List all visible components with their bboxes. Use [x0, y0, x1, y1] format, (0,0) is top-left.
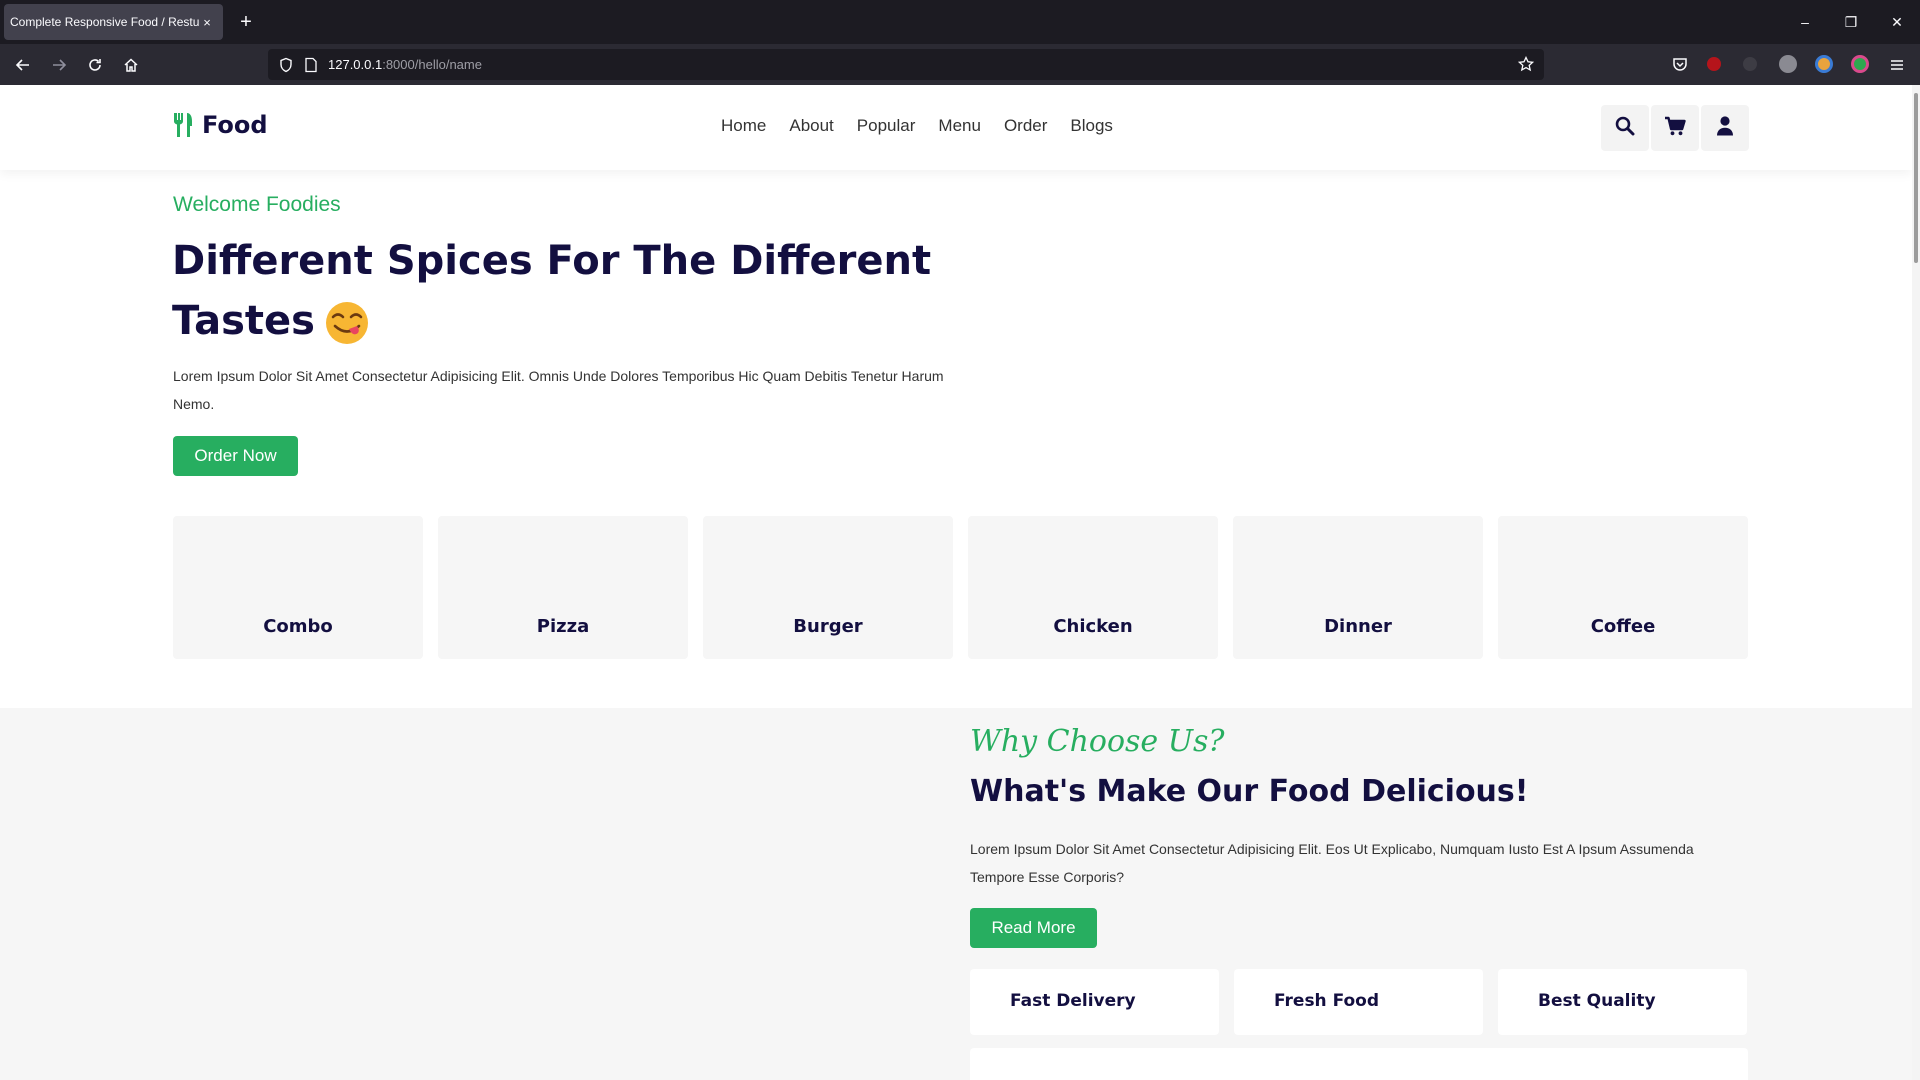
- utensils-icon: [172, 112, 194, 138]
- logo-text: Food: [202, 111, 268, 139]
- browser-tab-bar: Complete Responsive Food / Restur × + – …: [0, 0, 1920, 44]
- search-icon: [1615, 116, 1635, 141]
- url-path: :8000/hello/name: [382, 57, 482, 72]
- menu-icon[interactable]: [1882, 50, 1912, 80]
- user-button[interactable]: [1701, 105, 1749, 151]
- category-card-chicken[interactable]: Chicken: [968, 516, 1218, 659]
- restore-button[interactable]: ❐: [1828, 0, 1874, 44]
- web-page: Food Home About Popular Menu Order Blogs…: [0, 85, 1920, 1080]
- extension-icon[interactable]: [1743, 57, 1757, 71]
- nav-item-popular[interactable]: Popular: [857, 116, 916, 136]
- extension-icon[interactable]: [1851, 55, 1869, 73]
- yum-emoji-icon: [325, 301, 369, 345]
- cart-button[interactable]: [1651, 105, 1699, 151]
- category-label: Pizza: [536, 616, 590, 637]
- pocket-icon[interactable]: [1671, 55, 1689, 73]
- nav-item-blogs[interactable]: Blogs: [1070, 116, 1113, 136]
- why-choose-us-section: Why Choose Us? What's Make Our Food Deli…: [0, 708, 1912, 1080]
- category-card-coffee[interactable]: Coffee: [1498, 516, 1748, 659]
- category-card-pizza[interactable]: Pizza: [438, 516, 688, 659]
- bookmark-star-icon[interactable]: [1517, 55, 1535, 72]
- category-card-burger[interactable]: Burger: [703, 516, 953, 659]
- url-host: 127.0.0.1: [328, 57, 383, 72]
- feature-label: Best Quality: [1538, 991, 1656, 1011]
- order-now-button[interactable]: Order Now: [173, 436, 298, 476]
- feature-card: [970, 1048, 1748, 1080]
- why-subtitle: Why Choose Us?: [970, 724, 1225, 759]
- tab-title: Complete Responsive Food / Restur: [10, 15, 200, 29]
- ublock-icon[interactable]: [1707, 57, 1721, 71]
- search-button[interactable]: [1601, 105, 1649, 151]
- close-window-button[interactable]: ✕: [1874, 0, 1920, 44]
- nav-item-menu[interactable]: Menu: [938, 116, 981, 136]
- category-label: Combo: [263, 616, 333, 637]
- forward-arrow-icon[interactable]: [44, 50, 74, 80]
- minimize-button[interactable]: –: [1782, 0, 1828, 44]
- page-info-icon[interactable]: [304, 57, 318, 73]
- page-scrollbar[interactable]: [1912, 85, 1920, 1080]
- feature-label: Fresh Food: [1274, 991, 1380, 1011]
- feature-card: Fresh Food: [1234, 969, 1483, 1035]
- nav-item-home[interactable]: Home: [721, 116, 766, 136]
- category-label: Chicken: [1053, 616, 1133, 637]
- category-card-dinner[interactable]: Dinner: [1233, 516, 1483, 659]
- shield-icon[interactable]: [278, 57, 294, 73]
- site-header: Food Home About Popular Menu Order Blogs: [0, 85, 1912, 170]
- reload-icon[interactable]: [80, 50, 110, 80]
- welcome-subtitle: Welcome Foodies: [173, 193, 341, 216]
- feature-label: Fast Delivery: [1010, 991, 1136, 1011]
- nav-item-order[interactable]: Order: [1004, 116, 1047, 136]
- cart-icon: [1664, 116, 1686, 141]
- browser-nav-bar: 127.0.0.1:8000/hello/name: [0, 44, 1920, 85]
- category-card-combo[interactable]: Combo: [173, 516, 423, 659]
- category-label: Dinner: [1324, 616, 1392, 637]
- nav-item-about[interactable]: About: [789, 116, 833, 136]
- address-bar[interactable]: 127.0.0.1:8000/hello/name: [268, 49, 1544, 80]
- site-logo[interactable]: Food: [172, 111, 268, 139]
- hero-description: Lorem Ipsum Dolor Sit Amet Consectetur A…: [173, 368, 944, 412]
- back-arrow-icon[interactable]: [8, 50, 38, 80]
- user-icon: [1716, 115, 1734, 141]
- browser-tab[interactable]: Complete Responsive Food / Restur ×: [4, 4, 223, 40]
- hero-title: Different Spices For The Different Taste…: [172, 231, 932, 351]
- extension-icon[interactable]: [1815, 55, 1833, 73]
- why-title: What's Make Our Food Delicious!: [970, 774, 1529, 809]
- feature-card: Fast Delivery: [970, 969, 1219, 1035]
- main-nav: Home About Popular Menu Order Blogs: [721, 116, 1113, 136]
- hero-title-text: Different Spices For The Different Taste…: [172, 238, 932, 344]
- category-label: Coffee: [1590, 616, 1656, 637]
- scrollbar-thumb[interactable]: [1914, 93, 1918, 263]
- feature-card: Best Quality: [1498, 969, 1747, 1035]
- read-more-button[interactable]: Read More: [970, 908, 1097, 948]
- new-tab-button[interactable]: +: [234, 8, 258, 36]
- category-label: Burger: [793, 616, 863, 637]
- home-icon[interactable]: [116, 50, 146, 80]
- extension-icon[interactable]: [1779, 55, 1797, 73]
- why-description: Lorem Ipsum Dolor Sit Amet Consectetur A…: [970, 841, 1694, 885]
- tab-close-icon[interactable]: ×: [200, 15, 214, 30]
